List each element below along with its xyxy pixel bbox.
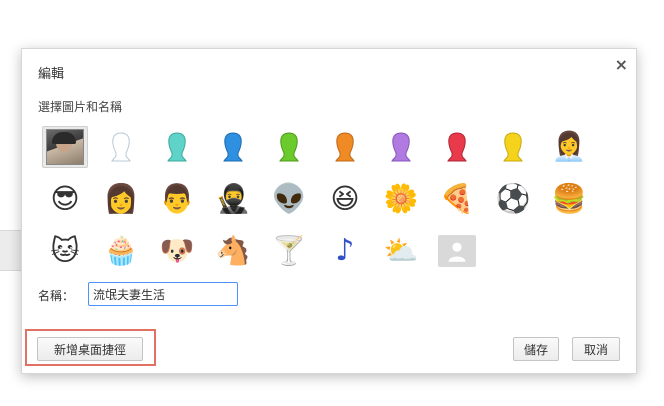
avatar-blue[interactable] <box>210 126 256 168</box>
dog-icon: 🐶 <box>159 234 195 267</box>
cocktail-icon: 🍸 <box>271 234 307 267</box>
avatar-horse[interactable]: 🐴 <box>210 230 256 272</box>
profile-photo <box>46 129 84 165</box>
silhouette-icon <box>167 132 187 162</box>
avatar-pizza[interactable]: 🍕 <box>434 178 480 220</box>
dialog-subtitle: 選擇圖片和名稱 <box>38 100 123 114</box>
music-note-icon: ♪ <box>335 233 355 268</box>
smiley-icon: 😆 <box>330 182 360 215</box>
man-icon: 👨 <box>159 182 195 215</box>
name-label: 名稱： <box>38 289 75 303</box>
background-strip <box>0 230 22 270</box>
person-icon <box>448 242 466 262</box>
avatar-dog[interactable]: 🐶 <box>154 230 200 272</box>
avatar-generic-person[interactable] <box>438 235 476 267</box>
flower-icon: 🌼 <box>383 182 419 215</box>
ninja-icon: 🥷 <box>215 182 251 215</box>
close-icon[interactable]: × <box>615 55 628 74</box>
dialog-title: 編輯 <box>38 67 65 82</box>
avatar-purple[interactable] <box>378 126 424 168</box>
silhouette-icon <box>391 132 411 162</box>
background-divider <box>0 230 22 231</box>
cat-icon: 🐱 <box>50 234 80 267</box>
avatar-flower[interactable]: 🌼 <box>378 178 424 220</box>
cancel-button[interactable]: 取消 <box>572 337 620 361</box>
avatar-smiley[interactable]: 😆 <box>322 178 368 220</box>
woman-sunglasses-icon: 👩 <box>103 182 139 215</box>
soccer-icon: ⚽ <box>495 182 531 215</box>
silhouette-icon <box>279 132 299 162</box>
avatar-burger[interactable]: 🍔 <box>546 178 592 220</box>
horse-icon: 🐴 <box>215 234 251 267</box>
avatar-green[interactable] <box>266 126 312 168</box>
pizza-icon: 🍕 <box>439 182 475 215</box>
cupcake-icon: 🧁 <box>103 234 139 267</box>
silhouette-icon <box>503 132 523 162</box>
avatar-white[interactable] <box>98 126 144 168</box>
sun-cloud-icon: ⛅ <box>383 234 419 267</box>
alien-icon: 👽 <box>271 182 307 215</box>
save-button[interactable]: 儲存 <box>513 337 559 361</box>
avatar-cocktail[interactable]: 🍸 <box>266 230 312 272</box>
avatar-soccer[interactable]: ⚽ <box>490 178 536 220</box>
avatar-ninja-cool[interactable]: 😎 <box>42 178 88 220</box>
avatar-businesswoman[interactable]: 👩‍💼 <box>546 126 592 168</box>
silhouette-icon <box>447 132 467 162</box>
silhouette-icon <box>111 132 131 162</box>
avatar-yellow[interactable] <box>490 126 536 168</box>
burger-icon: 🍔 <box>551 182 587 215</box>
businesswoman-icon: 👩‍💼 <box>551 130 587 163</box>
name-input[interactable] <box>88 282 238 306</box>
edit-profile-dialog: 編輯 × 選擇圖片和名稱 👩‍💼 😎 👩 👨 🥷 👽 😆 🌼 🍕 ⚽ 🍔 🐱 🧁 🐶 🐴 🍸 ♪ ⛅ 名稱： 新增… <box>21 48 637 374</box>
avatar-cat[interactable]: 🐱 <box>42 230 88 272</box>
create-desktop-shortcut-button[interactable]: 新增桌面捷徑 <box>37 337 143 361</box>
avatar-cupcake[interactable]: 🧁 <box>98 230 144 272</box>
background-divider <box>0 270 22 271</box>
avatar-woman-sunglasses[interactable]: 👩 <box>98 178 144 220</box>
avatar-sun-cloud[interactable]: ⛅ <box>378 230 424 272</box>
avatar-red[interactable] <box>434 126 480 168</box>
avatar-orange[interactable] <box>322 126 368 168</box>
silhouette-icon <box>335 132 355 162</box>
ninja-cool-icon: 😎 <box>50 182 80 215</box>
silhouette-icon <box>223 132 243 162</box>
avatar-alien[interactable]: 👽 <box>266 178 312 220</box>
avatar-aqua[interactable] <box>154 126 200 168</box>
avatar-ninja[interactable]: 🥷 <box>210 178 256 220</box>
avatar-man[interactable]: 👨 <box>154 178 200 220</box>
avatar-photo[interactable] <box>42 126 88 168</box>
avatar-music-note[interactable]: ♪ <box>322 230 368 272</box>
